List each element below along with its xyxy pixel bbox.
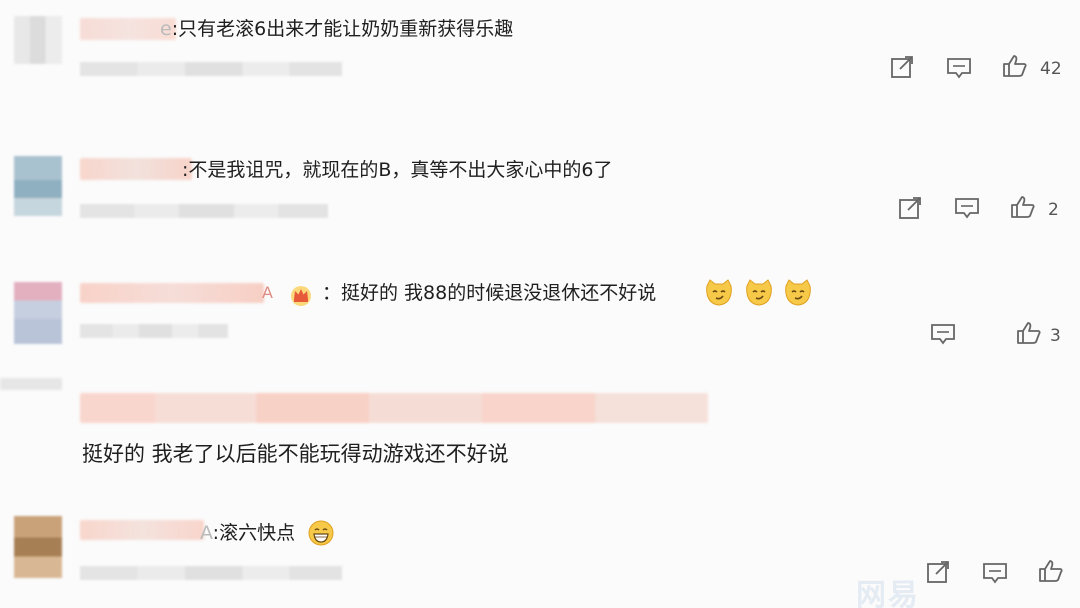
username-blurred[interactable] <box>80 520 204 540</box>
comment-text: ：挺好的 我88的时候退没退休还不好说 <box>322 282 657 304</box>
timestamp-blurred <box>80 204 328 218</box>
watermark: 网易 <box>856 578 920 608</box>
avatar[interactable] <box>14 282 62 344</box>
username-blurred[interactable] <box>80 158 192 180</box>
smirk-cat-emoji <box>704 278 734 308</box>
share-icon[interactable] <box>926 560 952 584</box>
avatar[interactable] <box>14 16 62 64</box>
crown-badge-icon <box>288 282 314 308</box>
like-count: 42 <box>1040 59 1062 79</box>
grin-emoji <box>306 518 336 548</box>
share-icon[interactable] <box>898 196 924 220</box>
smirk-cat-emoji <box>744 278 774 308</box>
username-tail: A <box>262 283 273 302</box>
timestamp-blurred <box>80 62 342 76</box>
username-blurred[interactable] <box>80 283 264 303</box>
reply-icon[interactable] <box>982 561 1008 585</box>
avatar[interactable] <box>14 156 62 216</box>
username-tail: e <box>160 18 172 40</box>
smirk-cat-emoji <box>783 278 813 308</box>
like-icon[interactable] <box>1002 54 1028 78</box>
timestamp-blurred <box>80 324 228 338</box>
comment-text: :不是我诅咒，就现在的B，真等不出大家心中的6了 <box>182 159 613 181</box>
username-tail: A <box>200 522 213 544</box>
like-count: 3 <box>1050 326 1061 346</box>
divider-blurred <box>0 378 62 390</box>
reply-icon[interactable] <box>946 56 972 80</box>
like-icon[interactable] <box>1038 559 1064 583</box>
reply-icon[interactable] <box>930 322 956 346</box>
like-icon[interactable] <box>1010 195 1036 219</box>
quoted-text-blurred <box>80 393 708 423</box>
like-icon[interactable] <box>1016 321 1042 345</box>
like-count: 2 <box>1048 200 1059 220</box>
comment-text: e:只有老滚6出来才能让奶奶重新获得乐趣 <box>160 18 514 40</box>
reply-text: 挺好的 我老了以后能不能玩得动游戏还不好说 <box>82 442 509 466</box>
comment-feed: e:只有老滚6出来才能让奶奶重新获得乐趣 42 :不是我诅咒，就现在的B，真等不… <box>0 0 1080 608</box>
share-icon[interactable] <box>890 55 916 79</box>
timestamp-blurred <box>80 566 342 580</box>
reply-icon[interactable] <box>954 196 980 220</box>
comment-text: A:滚六快点 <box>200 522 296 544</box>
avatar[interactable] <box>14 516 62 578</box>
